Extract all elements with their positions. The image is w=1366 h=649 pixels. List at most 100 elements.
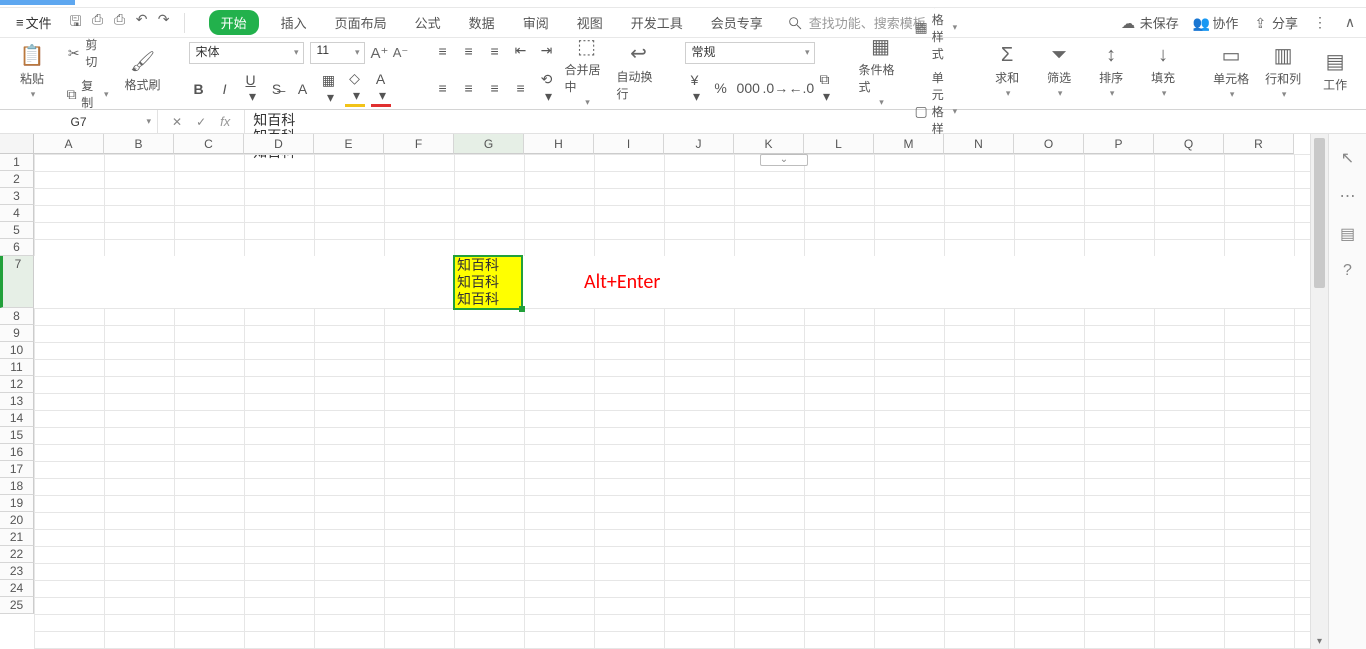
strike-button[interactable]: S̶	[267, 81, 287, 97]
cells[interactable]: ⌄ 知百科 知百科 知百科 Alt+Enter	[34, 154, 1310, 649]
orientation-button[interactable]: ⟲▾	[537, 71, 557, 105]
col-header-E[interactable]: E	[314, 134, 384, 154]
italic-button[interactable]: I	[215, 81, 235, 97]
unsaved-status[interactable]: ☁ 未保存	[1120, 13, 1179, 32]
tab-会员专享[interactable]: 会员专享	[705, 10, 769, 35]
tab-插入[interactable]: 插入	[275, 10, 313, 35]
tab-视图[interactable]: 视图	[571, 10, 609, 35]
expand-formula-bar-button[interactable]: ⌄	[760, 154, 808, 166]
filter-button[interactable]: ⏷筛选▾	[1037, 42, 1081, 100]
font-name-select[interactable]: 宋体▾	[189, 42, 304, 64]
collab-button[interactable]: 👥 协作	[1193, 13, 1239, 32]
fill-button[interactable]: ↓填充▾	[1141, 42, 1185, 100]
underline-button[interactable]: U▾	[241, 72, 261, 105]
col-header-O[interactable]: O	[1014, 134, 1084, 154]
merge-center-button[interactable]: ⬚ 合并居中▾	[565, 42, 609, 100]
cancel-edit-icon[interactable]: ✕	[172, 115, 182, 129]
indent-dec-button[interactable]: ⇥	[537, 42, 557, 59]
name-box[interactable]: G7▾	[0, 110, 158, 133]
tab-公式[interactable]: 公式	[409, 10, 447, 35]
row-header-1[interactable]: 1	[0, 154, 34, 171]
col-header-J[interactable]: J	[664, 134, 734, 154]
col-header-P[interactable]: P	[1084, 134, 1154, 154]
col-header-G[interactable]: G	[454, 134, 524, 154]
fx-icon[interactable]: fx	[220, 114, 230, 129]
inc-decimal-button[interactable]: .0→	[763, 80, 783, 96]
font-color-button[interactable]: A▾	[371, 71, 391, 107]
sort-button[interactable]: ↕排序▾	[1089, 42, 1133, 100]
indent-inc-button[interactable]: ⇤	[511, 42, 531, 59]
row-header-12[interactable]: 12	[0, 376, 34, 393]
auto-wrap-button[interactable]: ↩ 自动换行	[617, 42, 661, 100]
col-header-M[interactable]: M	[874, 134, 944, 154]
collapse-ribbon-icon[interactable]: ∧	[1342, 14, 1358, 31]
worksheet-button[interactable]: ▤工作	[1313, 42, 1357, 100]
row-header-3[interactable]: 3	[0, 188, 34, 205]
increase-font-icon[interactable]: A⁺	[371, 44, 387, 62]
row-header-10[interactable]: 10	[0, 342, 34, 359]
cond-format-button[interactable]: ▦ 条件格式▾	[859, 42, 903, 100]
file-menu[interactable]: ≡ 文件	[8, 10, 60, 35]
share-button[interactable]: ⇪ 分享	[1252, 13, 1298, 32]
col-header-N[interactable]: N	[944, 134, 1014, 154]
row-header-4[interactable]: 4	[0, 205, 34, 222]
row-header-5[interactable]: 5	[0, 222, 34, 239]
row-header-25[interactable]: 25	[0, 597, 34, 614]
undo-icon[interactable]: ↶	[134, 11, 150, 35]
typography-button[interactable]: A	[293, 81, 313, 97]
number-format-select[interactable]: 常规▾	[685, 42, 815, 64]
settings-panel-icon[interactable]: ⋯	[1340, 186, 1356, 206]
vertical-scrollbar[interactable]: ▴ ▾	[1310, 134, 1328, 649]
print-icon[interactable]: ⎙	[112, 11, 128, 35]
rowcol-button[interactable]: ▥行和列▾	[1261, 42, 1305, 100]
row-header-22[interactable]: 22	[0, 546, 34, 563]
scroll-down-icon[interactable]: ▾	[1311, 636, 1328, 647]
table-style-button[interactable]: ▦表格样式▾	[911, 0, 962, 64]
row-header-17[interactable]: 17	[0, 461, 34, 478]
scroll-thumb[interactable]	[1314, 138, 1325, 288]
row-header-14[interactable]: 14	[0, 410, 34, 427]
currency-button[interactable]: ¥▾	[685, 72, 705, 105]
border-button[interactable]: ▦▾	[319, 72, 339, 106]
print-preview-icon[interactable]: ⎙	[90, 11, 106, 35]
col-header-F[interactable]: F	[384, 134, 454, 154]
col-header-H[interactable]: H	[524, 134, 594, 154]
row-header-8[interactable]: 8	[0, 308, 34, 325]
row-header-24[interactable]: 24	[0, 580, 34, 597]
col-header-C[interactable]: C	[174, 134, 244, 154]
align-middle-button[interactable]: ≡	[459, 43, 479, 59]
col-header-L[interactable]: L	[804, 134, 874, 154]
comma-button[interactable]: 000	[737, 80, 757, 96]
search-area[interactable]: 查找功能、搜索模板	[787, 13, 926, 32]
active-cell[interactable]: 知百科 知百科 知百科	[453, 255, 523, 310]
align-left-button[interactable]: ≡	[433, 80, 453, 96]
row-header-11[interactable]: 11	[0, 359, 34, 376]
row-header-15[interactable]: 15	[0, 427, 34, 444]
decrease-font-icon[interactable]: A⁻	[393, 45, 409, 61]
row-header-13[interactable]: 13	[0, 393, 34, 410]
row-header-19[interactable]: 19	[0, 495, 34, 512]
type-convert-button[interactable]: ⧉▾	[815, 71, 835, 105]
col-header-B[interactable]: B	[104, 134, 174, 154]
paste-button[interactable]: 📋 粘贴 ▾	[10, 42, 54, 100]
row-header-21[interactable]: 21	[0, 529, 34, 546]
confirm-edit-icon[interactable]: ✓	[196, 115, 206, 129]
redo-icon[interactable]: ↷	[156, 11, 172, 35]
tab-数据[interactable]: 数据	[463, 10, 501, 35]
col-header-K[interactable]: K	[734, 134, 804, 154]
row-header-7[interactable]: 7	[0, 256, 34, 308]
col-header-I[interactable]: I	[594, 134, 664, 154]
tab-页面布局[interactable]: 页面布局	[329, 10, 393, 35]
sum-button[interactable]: Σ求和▾	[985, 42, 1029, 100]
align-center-button[interactable]: ≡	[459, 80, 479, 96]
distribute-button[interactable]: ≡	[511, 80, 531, 96]
col-header-Q[interactable]: Q	[1154, 134, 1224, 154]
tab-审阅[interactable]: 审阅	[517, 10, 555, 35]
help-icon[interactable]: ?	[1343, 262, 1352, 280]
row-header-2[interactable]: 2	[0, 171, 34, 188]
tab-开发工具[interactable]: 开发工具	[625, 10, 689, 35]
select-tool-icon[interactable]: ↖	[1341, 148, 1354, 168]
row-header-9[interactable]: 9	[0, 325, 34, 342]
clipboard-panel-icon[interactable]: ▤	[1340, 224, 1355, 244]
cell-group-button[interactable]: ▭单元格▾	[1209, 42, 1253, 100]
